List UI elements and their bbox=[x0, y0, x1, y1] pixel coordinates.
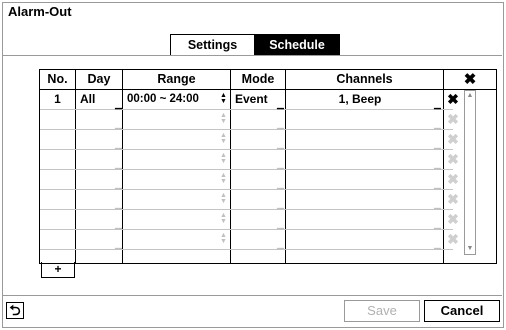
dropdown-caret-icon: ▁ bbox=[115, 99, 122, 109]
delete-all-icon[interactable]: ✖ bbox=[444, 70, 496, 89]
dropdown-caret-icon: ▁ bbox=[434, 219, 441, 229]
tab-divider bbox=[2, 55, 502, 56]
dropdown-caret-icon: ▁ bbox=[115, 119, 122, 129]
dropdown-caret-icon: ▁ bbox=[434, 99, 441, 109]
spinner-icon: ▲ ▼ bbox=[220, 232, 227, 245]
dropdown-caret-icon: ▁ bbox=[434, 119, 441, 129]
column-divider bbox=[75, 70, 76, 263]
spinner-icon[interactable]: ▲ ▼ bbox=[220, 92, 228, 105]
dropdown-caret-icon: ▁ bbox=[277, 239, 284, 249]
row-1-no: 1 bbox=[54, 92, 61, 106]
scroll-up-icon[interactable]: ▲ bbox=[466, 92, 474, 100]
save-button[interactable]: Save bbox=[344, 300, 420, 322]
dropdown-caret-icon: ▁ bbox=[115, 139, 122, 149]
spinner-icon: ▲ ▼ bbox=[220, 192, 227, 205]
column-divider bbox=[443, 70, 444, 263]
dropdown-caret-icon: ▁ bbox=[277, 179, 284, 189]
column-divider bbox=[230, 70, 231, 263]
add-schedule-button[interactable]: + bbox=[41, 262, 75, 278]
row-1-mode-select[interactable]: Event bbox=[235, 91, 283, 107]
row-delete-icon: ✖ bbox=[447, 171, 459, 187]
dropdown-caret-icon: ▁ bbox=[277, 139, 284, 149]
header-mode: Mode bbox=[241, 72, 275, 86]
dropdown-caret-icon: ▁ bbox=[115, 159, 122, 169]
tab-settings[interactable]: Settings bbox=[171, 35, 255, 55]
row-divider bbox=[40, 109, 453, 110]
table-scrollbar[interactable]: ▲ ▼ bbox=[464, 90, 476, 255]
dropdown-caret-icon: ▁ bbox=[277, 219, 284, 229]
row-divider bbox=[40, 129, 453, 130]
row-1-channels-field[interactable]: 1, Beep bbox=[290, 91, 430, 107]
spinner-icon: ▲ ▼ bbox=[220, 172, 227, 185]
dropdown-caret-icon: ▁ bbox=[277, 199, 284, 209]
row-divider bbox=[40, 149, 453, 150]
dropdown-caret-icon: ▁ bbox=[434, 139, 441, 149]
dropdown-caret-icon: ▁ bbox=[434, 199, 441, 209]
row-1-range-field[interactable]: 00:00 ~ 24:00 bbox=[127, 91, 222, 107]
footer-divider bbox=[2, 295, 502, 296]
spinner-icon: ▲ ▼ bbox=[220, 132, 227, 145]
dropdown-caret-icon: ▁ bbox=[115, 179, 122, 189]
dropdown-caret-icon: ▁ bbox=[277, 159, 284, 169]
row-divider bbox=[40, 169, 453, 170]
tab-schedule[interactable]: Schedule bbox=[255, 35, 339, 55]
header-no: No. bbox=[47, 72, 68, 86]
scroll-down-icon[interactable]: ▼ bbox=[466, 245, 474, 253]
dropdown-caret-icon: ▁ bbox=[277, 99, 284, 109]
back-arrow-icon[interactable]: ⮌ bbox=[6, 302, 24, 319]
dropdown-caret-icon: ▁ bbox=[434, 179, 441, 189]
cancel-button[interactable]: Cancel bbox=[424, 300, 500, 322]
dropdown-caret-icon: ▁ bbox=[434, 159, 441, 169]
row-delete-icon: ✖ bbox=[447, 191, 459, 207]
column-divider bbox=[122, 70, 123, 263]
spinner-icon: ▲ ▼ bbox=[220, 212, 227, 225]
row-delete-icon: ✖ bbox=[447, 211, 459, 227]
header-divider bbox=[40, 89, 496, 90]
row-divider bbox=[40, 209, 453, 210]
dropdown-caret-icon: ▁ bbox=[115, 239, 122, 249]
schedule-table: No. Day Range Mode Channels ✖ 1 All ▁ 00… bbox=[39, 69, 497, 264]
header-range: Range bbox=[157, 72, 196, 86]
row-divider bbox=[40, 189, 453, 190]
row-delete-icon: ✖ bbox=[447, 131, 459, 147]
header-channels: Channels bbox=[336, 72, 393, 86]
dropdown-caret-icon: ▁ bbox=[277, 119, 284, 129]
row-divider bbox=[40, 249, 453, 250]
dropdown-caret-icon: ▁ bbox=[434, 239, 441, 249]
spinner-icon: ▲ ▼ bbox=[220, 112, 227, 125]
dropdown-caret-icon: ▁ bbox=[115, 219, 122, 229]
column-divider bbox=[285, 70, 286, 263]
row-delete-icon: ✖ bbox=[447, 151, 459, 167]
row-delete-icon: ✖ bbox=[447, 231, 459, 247]
row-1-delete-icon[interactable]: ✖ bbox=[445, 91, 461, 107]
spinner-icon: ▲ ▼ bbox=[220, 152, 227, 165]
row-1-day-select[interactable]: All bbox=[80, 91, 120, 107]
row-delete-icon: ✖ bbox=[447, 111, 459, 127]
tab-bar: Settings Schedule bbox=[170, 34, 340, 56]
row-divider bbox=[40, 229, 453, 230]
dropdown-caret-icon: ▁ bbox=[115, 199, 122, 209]
header-day: Day bbox=[87, 72, 111, 86]
dialog-title: Alarm-Out bbox=[8, 4, 72, 19]
